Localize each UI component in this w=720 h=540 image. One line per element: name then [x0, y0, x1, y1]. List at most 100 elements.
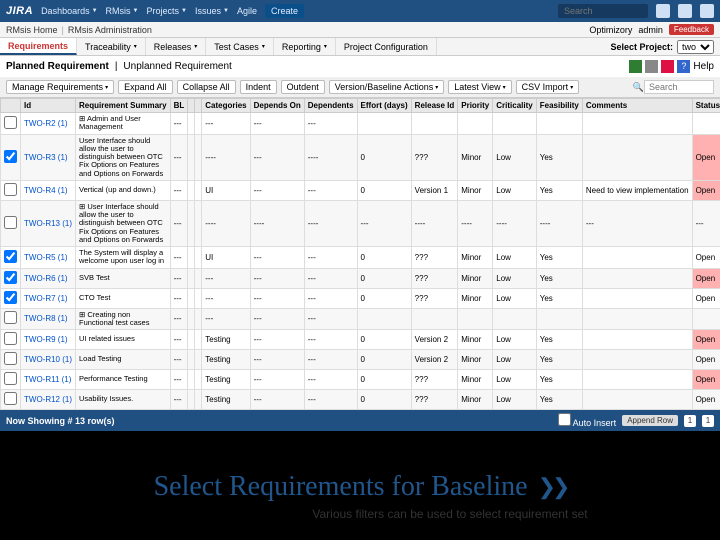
- table-row: TWO-R10 (1)Load Testing---Testing------0…: [1, 350, 720, 370]
- col-header[interactable]: Comments: [582, 99, 692, 113]
- row-checkbox[interactable]: [4, 183, 17, 196]
- subtab-unplanned[interactable]: Unplanned Requirement: [123, 61, 231, 72]
- col-header[interactable]: Criticality: [493, 99, 536, 113]
- col-header[interactable]: Feasibility: [536, 99, 582, 113]
- req-id-link[interactable]: TWO-R2 (1): [24, 119, 68, 128]
- row-checkbox[interactable]: [4, 372, 17, 385]
- jira-topbar: JIRA Dashboards▼ RMsis▼ Projects▼ Issues…: [0, 0, 720, 22]
- view-select[interactable]: Latest View▾: [448, 80, 511, 94]
- manage-req-button[interactable]: Manage Requirements▾: [6, 80, 114, 94]
- subtabs: Planned Requirement | Unplanned Requirem…: [0, 56, 720, 77]
- status-cell: ---: [692, 200, 720, 246]
- status-cell: Open: [692, 390, 720, 410]
- rmsis-home-link[interactable]: RMsis Home: [6, 25, 58, 35]
- auto-insert-toggle[interactable]: Auto Insert: [558, 413, 617, 428]
- rmsis-admin-link[interactable]: RMsis Administration: [68, 25, 152, 35]
- req-id-link[interactable]: TWO-R5 (1): [24, 253, 68, 262]
- indent-button[interactable]: Indent: [240, 80, 277, 94]
- row-checkbox[interactable]: [4, 271, 17, 284]
- req-summary: CTO Test: [76, 288, 171, 308]
- col-header[interactable]: Effort (days): [357, 99, 411, 113]
- csv-import-button[interactable]: CSV Import▾: [516, 80, 580, 94]
- req-id-link[interactable]: TWO-R10 (1): [24, 355, 72, 364]
- col-header[interactable]: Depends On: [250, 99, 304, 113]
- col-header[interactable]: Priority: [458, 99, 493, 113]
- avatar-icon[interactable]: [700, 4, 714, 18]
- feedback-button[interactable]: Feedback: [669, 24, 714, 35]
- nav-projects[interactable]: Projects▼: [147, 6, 187, 16]
- nav-issues[interactable]: Issues▼: [195, 6, 229, 16]
- help-button[interactable]: ?: [677, 60, 690, 73]
- settings-icon[interactable]: [645, 60, 658, 73]
- tab-reporting[interactable]: Reporting▾: [274, 38, 336, 55]
- req-id-link[interactable]: TWO-R9 (1): [24, 335, 68, 344]
- req-id-link[interactable]: TWO-R3 (1): [24, 153, 68, 162]
- col-header[interactable]: [195, 99, 202, 113]
- grid-footer: Now Showing # 13 row(s) Auto Insert Appe…: [0, 410, 720, 431]
- append-row-button[interactable]: Append Row: [622, 415, 678, 426]
- create-button[interactable]: Create: [265, 4, 304, 18]
- col-header[interactable]: Requirement Summary: [76, 99, 171, 113]
- row-checkbox[interactable]: [4, 116, 17, 129]
- row-checkbox[interactable]: [4, 216, 17, 229]
- global-search-input[interactable]: [558, 4, 648, 18]
- row-checkbox[interactable]: [4, 392, 17, 405]
- status-cell: Open: [692, 247, 720, 269]
- col-header[interactable]: BL: [170, 99, 188, 113]
- gear-icon[interactable]: [678, 4, 692, 18]
- req-summary: ⊞ Admin and User Management: [76, 113, 171, 135]
- tab-testcases[interactable]: Test Cases▾: [206, 38, 274, 55]
- subtab-planned[interactable]: Planned Requirement: [6, 61, 109, 72]
- tab-projconfig[interactable]: Project Configuration: [336, 38, 437, 55]
- pdf-icon[interactable]: [661, 60, 674, 73]
- req-id-link[interactable]: TWO-R4 (1): [24, 186, 68, 195]
- expand-all-button[interactable]: Expand All: [118, 80, 173, 94]
- row-checkbox[interactable]: [4, 150, 17, 163]
- page-total: 1: [702, 415, 714, 427]
- req-summary: UI related issues: [76, 330, 171, 350]
- req-id-link[interactable]: TWO-R6 (1): [24, 274, 68, 283]
- jira-logo: JIRA: [6, 5, 33, 17]
- help-label[interactable]: Help: [693, 61, 714, 72]
- caption-title: Select Requirements for Baseline: [154, 471, 528, 503]
- search-icon: 🔍: [633, 82, 644, 93]
- row-checkbox[interactable]: [4, 352, 17, 365]
- req-id-link[interactable]: TWO-R13 (1): [24, 219, 72, 228]
- table-row: TWO-R7 (1)CTO Test------------0???MinorL…: [1, 288, 720, 308]
- tab-requirements[interactable]: Requirements: [0, 38, 77, 55]
- table-row: TWO-R2 (1)⊞ Admin and User Management---…: [1, 113, 720, 135]
- collapse-all-button[interactable]: Collapse All: [177, 80, 236, 94]
- version-baseline-button[interactable]: Version/Baseline Actions▾: [329, 80, 445, 94]
- col-header[interactable]: Status: [692, 99, 720, 113]
- project-select[interactable]: two: [677, 40, 714, 54]
- row-checkbox[interactable]: [4, 291, 17, 304]
- req-summary: Load Testing: [76, 350, 171, 370]
- req-id-link[interactable]: TWO-R7 (1): [24, 294, 68, 303]
- table-row: TWO-R4 (1)Vertical (up and down.)---UI--…: [1, 180, 720, 200]
- row-checkbox[interactable]: [4, 311, 17, 324]
- nav-agile[interactable]: Agile: [237, 6, 257, 16]
- nav-rmsis[interactable]: RMsis▼: [106, 6, 139, 16]
- status-cell: Open: [692, 268, 720, 288]
- col-header[interactable]: Dependents: [304, 99, 357, 113]
- page-current[interactable]: 1: [684, 415, 696, 427]
- row-checkbox[interactable]: [4, 250, 17, 263]
- req-id-link[interactable]: TWO-R8 (1): [24, 314, 68, 323]
- col-header[interactable]: Id: [21, 99, 76, 113]
- col-header[interactable]: [188, 99, 195, 113]
- col-header[interactable]: Release Id: [411, 99, 458, 113]
- excel-icon[interactable]: [629, 60, 642, 73]
- slide-caption: Select Requirements for Baseline ❯❯ Vari…: [0, 471, 720, 521]
- tab-releases[interactable]: Releases▾: [146, 38, 207, 55]
- req-id-link[interactable]: TWO-R12 (1): [24, 395, 72, 404]
- col-header[interactable]: [1, 99, 21, 113]
- col-header[interactable]: Categories: [202, 99, 250, 113]
- row-checkbox[interactable]: [4, 332, 17, 345]
- req-id-link[interactable]: TWO-R11 (1): [24, 375, 71, 384]
- tab-traceability[interactable]: Traceability▾: [77, 38, 146, 55]
- req-summary: SVB Test: [76, 268, 171, 288]
- outdent-button[interactable]: Outdent: [281, 80, 325, 94]
- help-icon[interactable]: [656, 4, 670, 18]
- grid-search-input[interactable]: [644, 80, 714, 94]
- nav-dashboards[interactable]: Dashboards▼: [41, 6, 97, 16]
